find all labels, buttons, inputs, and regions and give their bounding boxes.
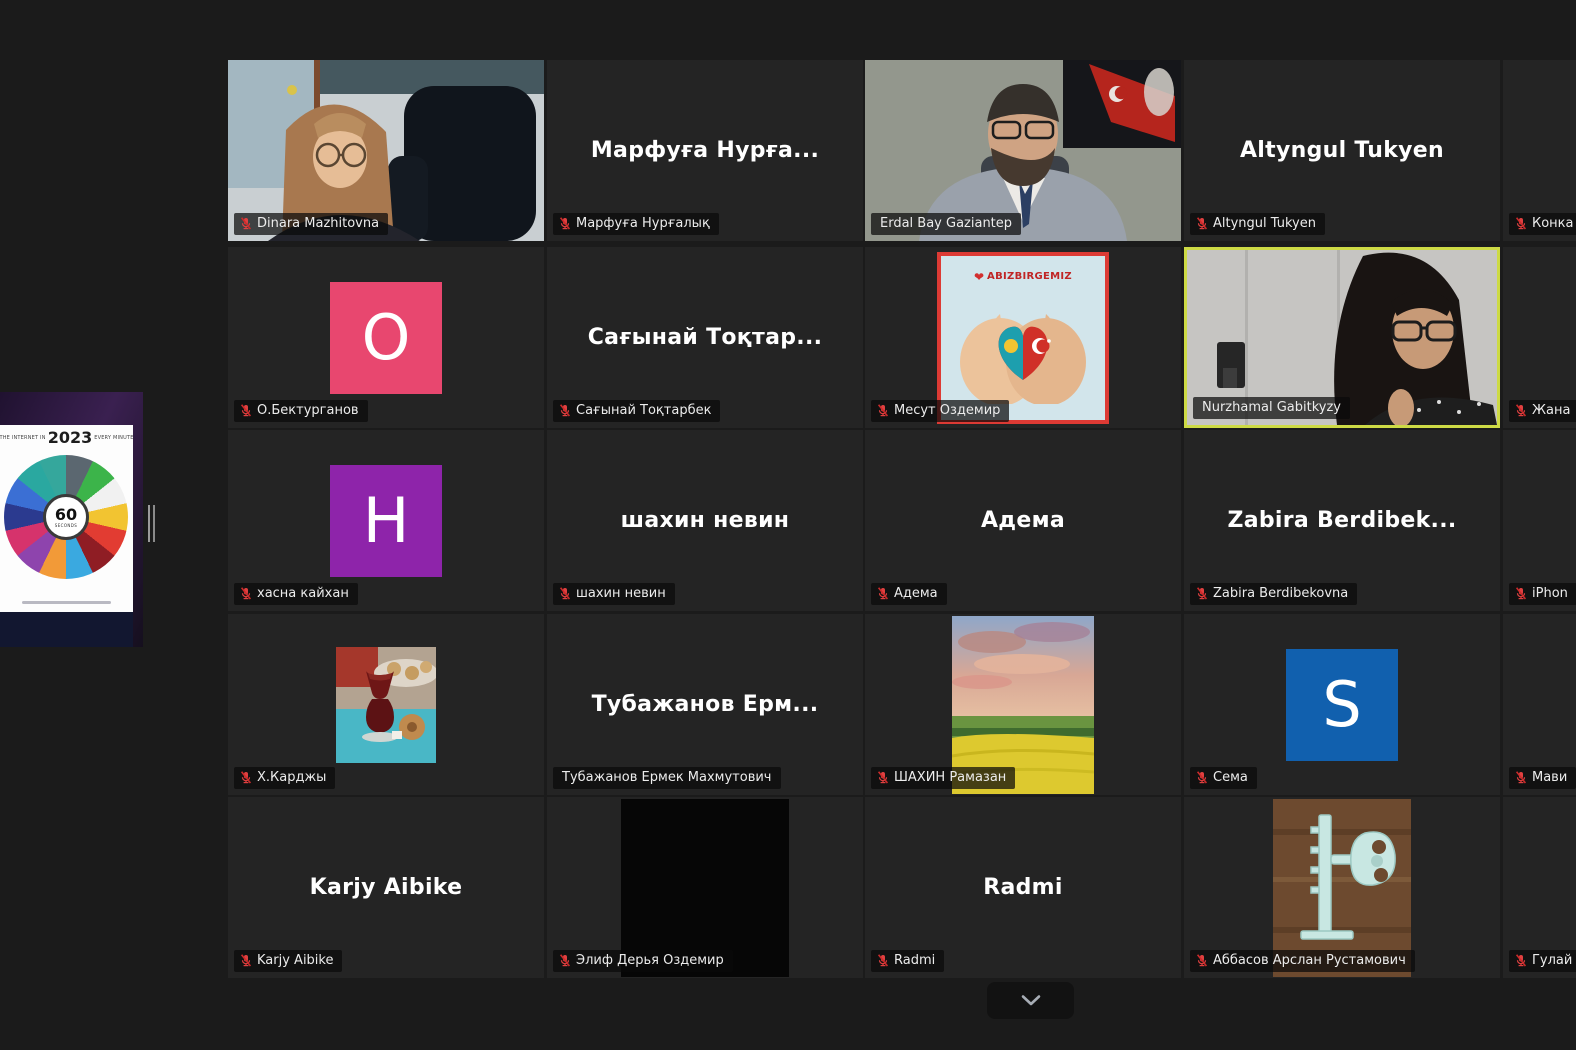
infographic-card: THE INTERNET IN 2023 EVERY MINUTE 60 SEC… <box>0 425 133 612</box>
mic-off-icon <box>1196 771 1208 784</box>
participant-name-label: Аббасов Арслан Рустамович <box>1190 950 1415 972</box>
mic-off-icon <box>877 771 889 784</box>
card-logo: ❤ ABIZBIRGEMIZ <box>974 270 1072 284</box>
infographic-caption <box>22 601 111 604</box>
participant-tile[interactable]: Жана <box>1503 247 1576 428</box>
participant-name-label: Х.Карджы <box>234 767 335 789</box>
mic-off-icon <box>1515 217 1527 230</box>
participant-name-label: Жана <box>1509 400 1576 422</box>
participant-tile[interactable]: Dinara Mazhitovna <box>228 60 544 241</box>
participant-tile[interactable]: Марфуға Нурға... Марфуға Нурғалық <box>547 60 863 241</box>
mic-off-icon <box>1515 954 1527 967</box>
participant-tile[interactable]: Аббасов Арслан Рустамович <box>1184 797 1500 978</box>
participant-name-label: Мави <box>1509 767 1576 789</box>
participant-tile[interactable]: S Сема <box>1184 614 1500 795</box>
participant-tile[interactable]: Адема Адема <box>865 430 1181 611</box>
mic-off-icon <box>559 404 571 417</box>
mic-off-icon <box>1196 587 1208 600</box>
mic-off-icon <box>559 954 571 967</box>
participant-name-label: Сема <box>1190 767 1257 789</box>
meeting-window: Dinara Mazhitovna Марфуға Нурға... Марфу… <box>0 0 1576 1050</box>
participant-tile[interactable]: Radmi Radmi <box>865 797 1181 978</box>
participant-name-label: ШАХИН Рамазан <box>871 767 1015 789</box>
participant-name-label: Erdal Bay Gaziantep <box>871 213 1021 235</box>
participant-tile[interactable]: Х.Карджы <box>228 614 544 795</box>
mic-off-icon <box>877 954 889 967</box>
participant-name-label: хасна кайхан <box>234 583 358 605</box>
mic-off-icon <box>1515 771 1527 784</box>
participant-name-label: Dinara Mazhitovna <box>234 213 388 235</box>
infographic-title: THE INTERNET IN 2023 EVERY MINUTE <box>0 430 133 446</box>
participant-name-label: Karjy Aibike <box>234 950 342 972</box>
mic-off-icon <box>559 217 571 230</box>
participant-name-label: Месут Оздемир <box>871 400 1009 422</box>
mic-off-icon <box>1515 587 1527 600</box>
participant-name-label: Nurzhamal Gabitkyzy <box>1193 397 1350 419</box>
panel-resize-handle[interactable] <box>148 505 156 542</box>
participant-tile[interactable]: Конка <box>1503 60 1576 241</box>
participant-name-label: Конка <box>1509 213 1576 235</box>
participant-tile[interactable]: Сағынай Тоқтар... Сағынай Тоқтарбек <box>547 247 863 428</box>
participant-tile-active-speaker[interactable]: Nurzhamal Gabitkyzy <box>1184 247 1500 428</box>
mic-off-icon <box>559 587 571 600</box>
wheel-center-badge: 60 SECONDS <box>43 494 89 540</box>
participant-tile[interactable]: шахин невин шахин невин <box>547 430 863 611</box>
mic-off-icon <box>240 217 252 230</box>
participant-tile[interactable]: Тубажанов Ерм... Тубажанов Ермек Махмуто… <box>547 614 863 795</box>
heart-icon: ❤ <box>974 270 984 284</box>
participant-name-label: Altyngul Tukyen <box>1190 213 1325 235</box>
mic-off-icon <box>240 404 252 417</box>
participant-name-label: Тубажанов Ермек Махмутович <box>553 767 781 789</box>
participant-tile[interactable]: Altyngul Tukyen Altyngul Tukyen <box>1184 60 1500 241</box>
participant-name-label: Элиф Дерья Оздемир <box>553 950 733 972</box>
internet-minute-wheel: 60 SECONDS <box>4 455 128 579</box>
chevron-down-icon <box>1019 994 1043 1007</box>
participant-tile[interactable]: ❤ ABIZBIRGEMIZ Месут Оздемир <box>865 247 1181 428</box>
hands-holding-heart-graphic <box>948 284 1098 404</box>
participant-tile[interactable]: Мави <box>1503 614 1576 795</box>
participant-name-label: Адема <box>871 583 947 605</box>
shared-screen-panel[interactable]: THE INTERNET IN 2023 EVERY MINUTE 60 SEC… <box>0 392 143 647</box>
profile-image-tea <box>336 647 436 763</box>
participant-name-label: О.Бектурганов <box>234 400 368 422</box>
participant-tile[interactable]: Элиф Дерья Оздемир <box>547 797 863 978</box>
participant-tile[interactable]: Karjy Aibike Karjy Aibike <box>228 797 544 978</box>
mic-off-icon <box>240 954 252 967</box>
participant-avatar: O <box>330 282 442 394</box>
mic-off-icon <box>877 404 889 417</box>
participant-name-label: Zabira Berdibekovna <box>1190 583 1357 605</box>
mic-off-icon <box>1196 954 1208 967</box>
participant-tile[interactable]: Erdal Bay Gaziantep <box>865 60 1181 241</box>
participant-tile[interactable]: O О.Бектурганов <box>228 247 544 428</box>
participant-name-label: Radmi <box>871 950 944 972</box>
participant-tile[interactable]: Гулай <box>1503 797 1576 978</box>
participant-tile[interactable]: ШАХИН Рамазан <box>865 614 1181 795</box>
mic-off-icon <box>240 771 252 784</box>
shared-screen-footer <box>0 612 133 647</box>
mic-off-icon <box>877 587 889 600</box>
collapse-gallery-button[interactable] <box>987 982 1074 1019</box>
participant-name-label: Сағынай Тоқтарбек <box>553 400 720 422</box>
mic-off-icon <box>1515 404 1527 417</box>
participant-name-label: Гулай <box>1509 950 1576 972</box>
participant-name-label: Марфуға Нурғалық <box>553 213 719 235</box>
participant-tile[interactable]: Zabira Berdibek... Zabira Berdibekovna <box>1184 430 1500 611</box>
participant-avatar: H <box>330 465 442 577</box>
participant-tile[interactable]: H хасна кайхан <box>228 430 544 611</box>
participant-name-label: шахин невин <box>553 583 675 605</box>
mic-off-icon <box>1196 217 1208 230</box>
participant-name-label: iPhon <box>1509 583 1576 605</box>
participant-tile[interactable]: iPhon <box>1503 430 1576 611</box>
participant-avatar: S <box>1286 649 1398 761</box>
profile-image-hearts: ❤ ABIZBIRGEMIZ <box>937 252 1109 424</box>
mic-off-icon <box>240 587 252 600</box>
